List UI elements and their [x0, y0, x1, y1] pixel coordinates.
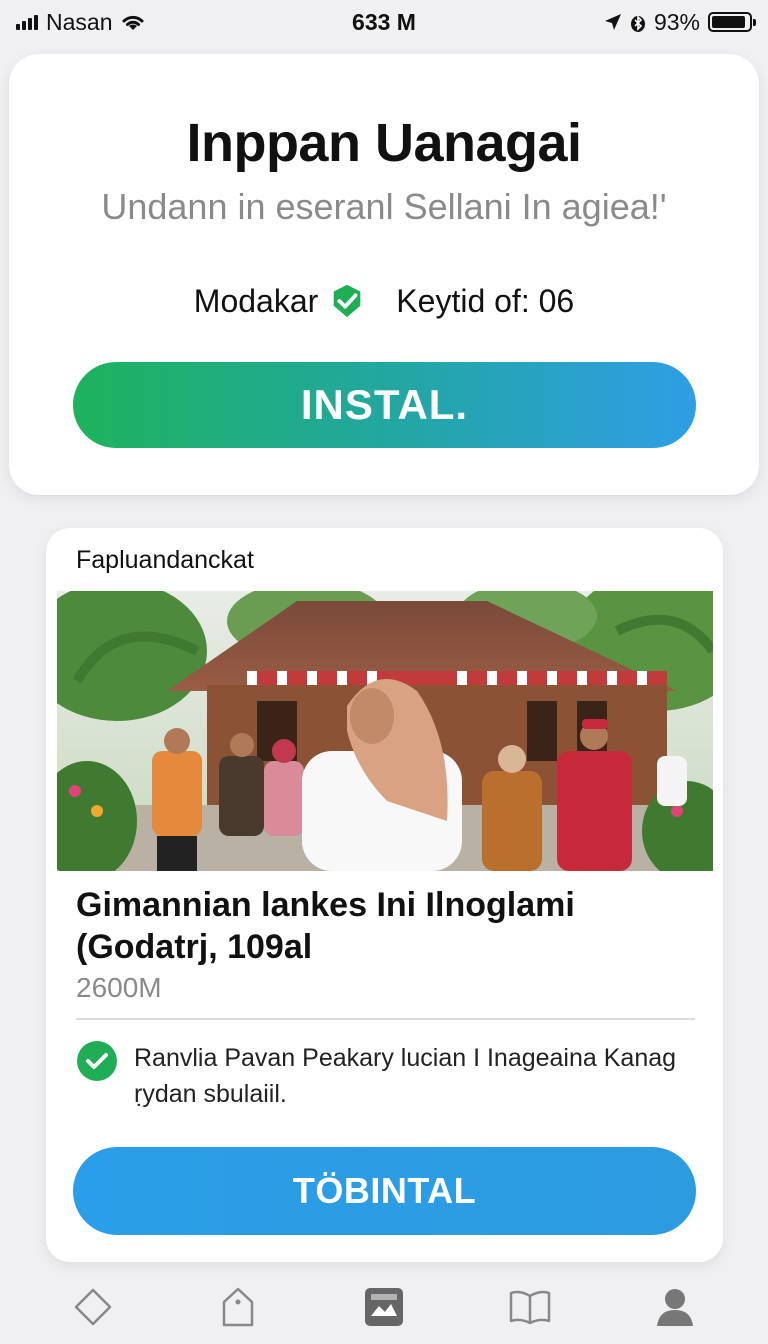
developer-name: Modakar: [193, 282, 319, 319]
feature-text-line1: Ranvlia Pavan Peakary lucian I Inageaina…: [134, 1044, 677, 1072]
bluetooth-icon: [630, 15, 645, 32]
image-icon: [364, 1288, 403, 1326]
status-left: Nasan: [16, 9, 146, 36]
feature-text: Ranvlia Pavan Peakary lucian I Inageaina…: [134, 1040, 676, 1112]
bottom-nav: [0, 1270, 768, 1344]
check-circle-icon: [77, 1041, 117, 1081]
wifi-icon: [122, 15, 144, 30]
nav-gallery[interactable]: [356, 1279, 412, 1335]
location-arrow-icon: [604, 14, 621, 30]
feature-row: Ranvlia Pavan Peakary lucian I Inageaina…: [76, 1040, 696, 1112]
nav-library[interactable]: [502, 1279, 558, 1335]
app-install-card: Inppan Uanagai Undann in eseranl Sellani…: [9, 54, 759, 495]
feature-text-line2: ṛydan sbulaiil.: [134, 1080, 287, 1108]
event-title-line2: (Godatrj, 109al: [76, 928, 313, 966]
event-meta: 2600M: [76, 972, 162, 1003]
battery-fill: [712, 16, 746, 28]
home-icon: [223, 1287, 254, 1327]
divider: [76, 1018, 695, 1020]
signal-icon: [16, 14, 38, 30]
nav-profile[interactable]: [647, 1279, 703, 1335]
event-photo[interactable]: [57, 591, 713, 871]
event-title-line1: Gimannian lankes Ini Ilnoglami: [76, 886, 575, 924]
install-button[interactable]: INSTAL.: [73, 362, 696, 448]
diamond-icon: [74, 1288, 112, 1326]
nav-home[interactable]: [210, 1279, 266, 1335]
battery-icon: [708, 12, 756, 32]
event-card: Fapluandanckat Gimannian lankes Ini Ilno…: [46, 528, 723, 1262]
nav-diamond[interactable]: [65, 1279, 121, 1335]
event-title: Gimannian lankes Ini Ilnoglami (Godatrj,…: [76, 884, 696, 968]
book-icon: [509, 1290, 550, 1325]
developer-info: Modakar: [194, 282, 367, 320]
status-right: 93%: [604, 8, 756, 36]
carrier-label: Nasan: [46, 8, 113, 35]
battery-percent: 93%: [653, 8, 700, 35]
section-label: Fapluandanckat: [76, 546, 254, 574]
profile-icon: [657, 1289, 694, 1326]
app-subtitle: Undann in eseranl Sellani In agiea!': [101, 186, 667, 227]
app-meta-row: Modakar Keytid of: 06: [9, 282, 759, 320]
key-info: Keytid of: 06: [396, 282, 575, 319]
status-bar: Nasan 633 M 93%: [0, 0, 768, 44]
app-title: Inppan Uanagai: [186, 113, 582, 173]
verified-check-icon: [333, 284, 361, 318]
secondary-install-button[interactable]: TÖBINTAL: [73, 1147, 696, 1235]
